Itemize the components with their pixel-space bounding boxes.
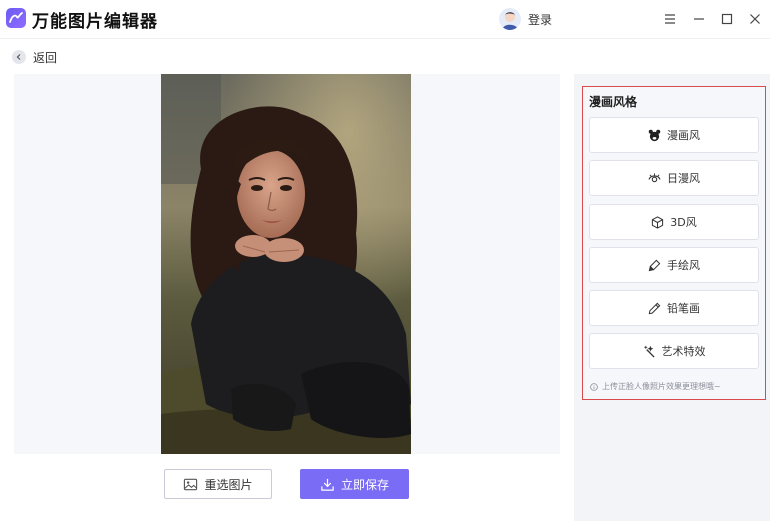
style-option-japanese-comic[interactable]: 日漫风	[589, 160, 759, 196]
info-icon	[590, 382, 598, 391]
close-icon[interactable]	[746, 10, 764, 28]
pencil-icon	[648, 302, 661, 315]
image-icon	[183, 477, 198, 492]
marker-icon	[648, 259, 661, 272]
save-now-button[interactable]: 立即保存	[300, 469, 409, 499]
app-logo-icon	[6, 8, 26, 28]
style-option-pencil[interactable]: 铅笔画	[589, 290, 759, 326]
style-label: 铅笔画	[667, 302, 700, 315]
preview-photo	[161, 74, 411, 454]
style-label: 艺术特效	[661, 345, 706, 358]
style-option-comic[interactable]: 漫画风	[589, 117, 759, 153]
cube-icon	[651, 215, 664, 229]
style-option-3d[interactable]: 3D风	[589, 204, 759, 240]
download-icon	[320, 477, 335, 492]
title-bar: 万能图片编辑器 登录	[0, 0, 770, 38]
back-arrow-icon[interactable]	[12, 50, 26, 64]
eye-icon	[648, 172, 661, 185]
style-label: 3D风	[670, 216, 697, 229]
app-title: 万能图片编辑器	[32, 12, 158, 32]
image-canvas	[14, 74, 560, 454]
style-label: 手绘风	[667, 259, 700, 272]
tip-text: 上传正脸人像照片效果更理想哦~	[590, 381, 721, 392]
back-bar: 返回	[0, 38, 770, 74]
reselect-image-button[interactable]: 重选图片	[164, 469, 272, 499]
style-option-hand-drawn[interactable]: 手绘风	[589, 247, 759, 283]
reselect-image-label: 重选图片	[204, 477, 253, 492]
comic-style-panel: 漫画风格 漫画风 日漫风 3D风 手绘风 铅笔画 艺术特效 上传正脸人像照片效果…	[582, 86, 766, 400]
user-avatar[interactable]	[499, 8, 521, 30]
panel-title: 漫画风格	[589, 95, 638, 109]
minimize-icon[interactable]	[690, 10, 708, 28]
menu-icon[interactable]	[661, 10, 679, 28]
style-option-art-effects[interactable]: 艺术特效	[589, 333, 759, 369]
back-button[interactable]: 返回	[33, 49, 57, 66]
tip-label: 上传正脸人像照片效果更理想哦~	[602, 382, 721, 391]
save-now-label: 立即保存	[340, 477, 389, 492]
magic-wand-icon	[643, 345, 656, 358]
maximize-icon[interactable]	[718, 10, 736, 28]
login-link[interactable]: 登录	[528, 11, 552, 28]
bear-icon	[648, 129, 661, 142]
style-label: 日漫风	[667, 172, 700, 185]
style-label: 漫画风	[667, 129, 700, 142]
